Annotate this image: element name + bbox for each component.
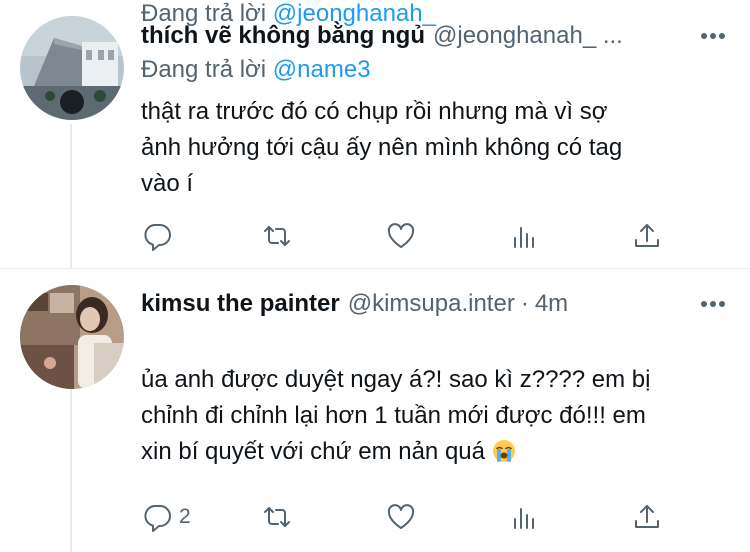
display-name[interactable]: kimsu the painter bbox=[141, 290, 340, 318]
tweet-header: kimsu the painter @kimsupa.inter · 4m bbox=[141, 289, 728, 319]
like-button[interactable] bbox=[385, 218, 423, 254]
bar-chart-icon bbox=[514, 227, 534, 248]
tweet-actions bbox=[141, 218, 671, 254]
retweet-arrows-icon bbox=[264, 226, 290, 246]
more-options-button[interactable] bbox=[698, 289, 728, 319]
avatar[interactable] bbox=[20, 285, 124, 389]
mention-link[interactable]: @jeonghanah_ bbox=[273, 0, 436, 27]
replying-to-line: Đang trả lời @name3 bbox=[141, 56, 371, 84]
tweet-text: thật ra trước đó có chụp rồi nhưng mà vì… bbox=[141, 94, 716, 202]
reply-button[interactable] bbox=[141, 218, 179, 254]
heart-outline-icon bbox=[387, 504, 415, 529]
more-dots-icon bbox=[701, 301, 725, 307]
share-button[interactable] bbox=[631, 499, 663, 535]
retweet-button[interactable] bbox=[261, 499, 299, 535]
speech-bubble-icon bbox=[144, 224, 171, 251]
user-handle[interactable]: @kimsupa.inter bbox=[348, 290, 515, 318]
more-options-button[interactable] bbox=[698, 21, 728, 51]
bar-chart-icon bbox=[514, 508, 534, 529]
tweet-actions: 2 bbox=[141, 499, 671, 535]
reply-tweet[interactable]: thích vẽ không bằng ngủ @jeonghanah_ ...… bbox=[0, 0, 750, 269]
tweet-text-line: xin bí quyết với chứ em nản quá bbox=[141, 434, 716, 470]
retweet-button[interactable] bbox=[261, 218, 299, 254]
reply-count: 2 bbox=[179, 505, 191, 528]
tweet-text-line: ủa anh được duyệt ngay á?! sao kì z???? … bbox=[141, 366, 651, 393]
tweet-text-line: ảnh hưởng tới cậu ấy nên mình không có t… bbox=[141, 134, 623, 161]
more-dots-icon bbox=[701, 33, 725, 39]
tweet-text-line: vào í bbox=[141, 170, 194, 197]
tweet-text-line-content: xin bí quyết với chứ em nản quá bbox=[141, 438, 485, 465]
speech-bubble-icon bbox=[144, 505, 171, 532]
replying-prefix: Đang trả lời bbox=[141, 0, 267, 27]
replying-prefix: Đang trả lời bbox=[141, 56, 267, 83]
tweet-text-line: chỉnh đi chỉnh lại hơn 1 tuần mới được đ… bbox=[141, 402, 646, 429]
analytics-button[interactable] bbox=[509, 218, 541, 254]
retweet-arrows-icon bbox=[264, 507, 290, 527]
reply-button[interactable]: 2 bbox=[141, 499, 191, 535]
avatar-photo bbox=[20, 16, 124, 120]
tweet-text-line: thật ra trước đó có chụp rồi nhưng mà vì… bbox=[141, 98, 608, 125]
avatar[interactable] bbox=[20, 16, 124, 120]
timestamp[interactable]: 4m bbox=[535, 290, 568, 318]
analytics-button[interactable] bbox=[509, 499, 541, 535]
share-upload-icon bbox=[635, 224, 659, 247]
replying-to-line: Đang trả lời @jeonghanah_ bbox=[141, 0, 436, 28]
share-upload-icon bbox=[635, 505, 659, 528]
user-handle[interactable]: @jeonghanah_ ... bbox=[433, 22, 623, 50]
loudly-crying-face-icon bbox=[492, 440, 515, 462]
tweet-text: ủa anh được duyệt ngay á?! sao kì z???? … bbox=[141, 362, 716, 470]
share-button[interactable] bbox=[631, 218, 663, 254]
reply-tweet[interactable]: kimsu the painter @kimsupa.inter · 4m ủa… bbox=[0, 269, 750, 552]
mention-link[interactable]: @name3 bbox=[273, 56, 371, 83]
heart-outline-icon bbox=[387, 223, 415, 248]
avatar-photo bbox=[20, 285, 124, 389]
like-button[interactable] bbox=[385, 499, 423, 535]
separator-dot: · bbox=[520, 290, 529, 317]
